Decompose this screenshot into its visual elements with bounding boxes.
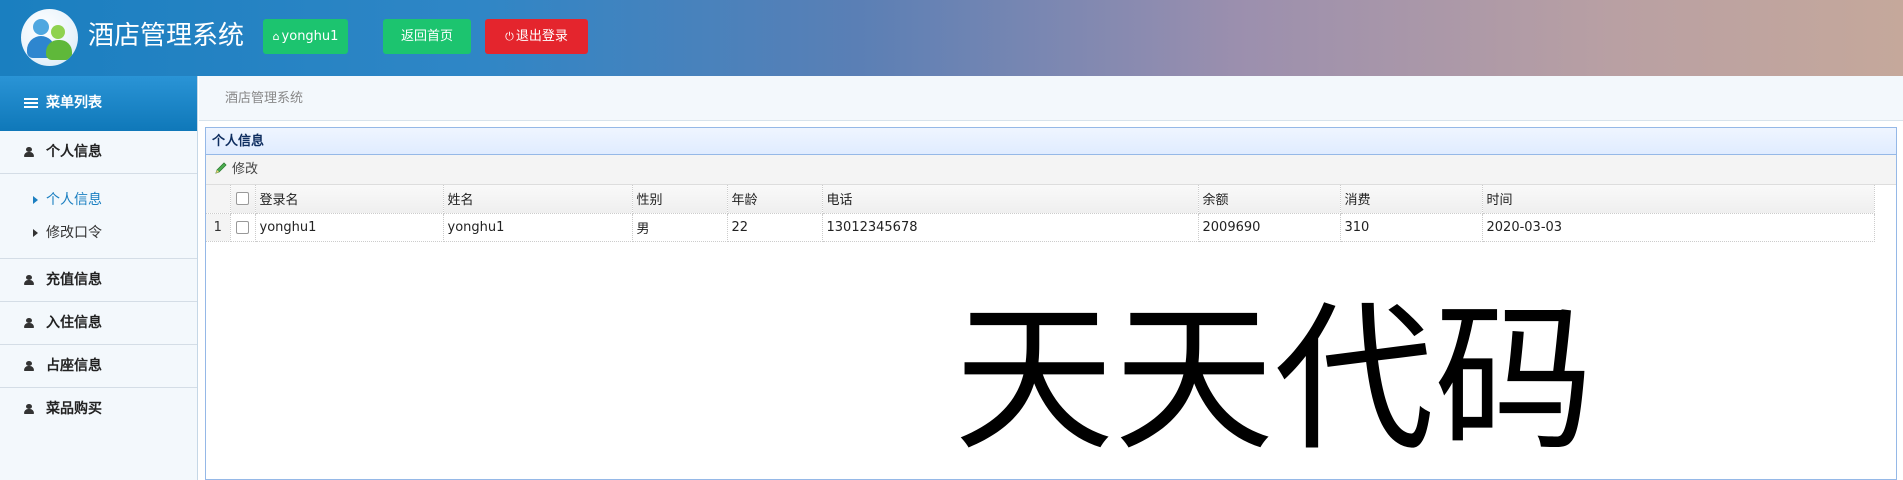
menu-heading-label: 菜单列表 (46, 95, 102, 111)
caret-right-icon (33, 229, 38, 237)
table-cell: yonghu1 (443, 213, 633, 242)
user-icon (24, 318, 34, 328)
sidebar-item-label: 修改口令 (46, 225, 102, 241)
table-cell: 2009690 (1198, 213, 1341, 242)
watermark-text: 天天代码 (954, 286, 1595, 473)
menu-heading: 菜单列表 (0, 76, 197, 131)
sidebar-sublist-personal: 个人信息 修改口令 (0, 174, 197, 259)
sidebar-group-dish[interactable]: 菜品购买 (0, 388, 197, 431)
sidebar-group-recharge[interactable]: 充值信息 (0, 259, 197, 302)
sidebar-group-label: 菜品购买 (46, 401, 102, 417)
app-title: 酒店管理系统 (88, 21, 245, 51)
table-cell: 13012345678 (822, 213, 1199, 242)
user-icon (24, 147, 34, 157)
column-header[interactable]: 消费 (1340, 185, 1483, 214)
logout-button[interactable]: ⏻ 退出登录 (485, 19, 588, 54)
panel-title: 个人信息 (206, 128, 1896, 155)
table-cell: 22 (727, 213, 823, 242)
user-icon (24, 404, 34, 414)
table-cell: 310 (1340, 213, 1483, 242)
toolbar: 修改 (206, 155, 1896, 185)
column-header[interactable]: 年龄 (727, 185, 823, 214)
column-header[interactable]: 姓名 (443, 185, 633, 214)
pencil-icon (215, 162, 227, 174)
table-cell: yonghu1 (255, 213, 444, 242)
user-button-label: yonghu1 (281, 29, 339, 44)
power-icon: ⏻ (505, 30, 514, 43)
home-button[interactable]: 返回首页 (383, 19, 471, 54)
sidebar-item-personal-info[interactable]: 个人信息 (0, 184, 197, 217)
user-icon (24, 275, 34, 285)
sidebar-group-label: 充值信息 (46, 272, 102, 288)
edit-button-label: 修改 (232, 162, 259, 177)
column-header[interactable]: 登录名 (255, 185, 444, 214)
sidebar-group-label: 占座信息 (46, 358, 102, 374)
table-cell: 2020-03-03 (1482, 213, 1875, 242)
sidebar-group-personal[interactable]: 个人信息 (0, 131, 197, 174)
table-header-row: 登录名 姓名 性别 年龄 电话 余额 消费 时间 (206, 185, 1875, 214)
sidebar-group-label: 入住信息 (46, 315, 102, 331)
home-icon: ⌂ (272, 30, 280, 43)
sidebar-item-change-password[interactable]: 修改口令 (0, 217, 197, 250)
column-header[interactable]: 电话 (822, 185, 1199, 214)
sidebar-group-seat[interactable]: 占座信息 (0, 345, 197, 388)
caret-right-icon (33, 196, 38, 204)
table-row[interactable]: 1 yonghu1 yonghu1 男 22 13012345678 20096… (206, 213, 1875, 242)
info-table: 登录名 姓名 性别 年龄 电话 余额 消费 时间 1 yonghu1 yongh… (206, 185, 1875, 242)
row-number: 1 (206, 213, 231, 242)
sidebar-group-label: 个人信息 (46, 144, 102, 160)
table-cell: 男 (632, 213, 728, 242)
breadcrumb-bar: 酒店管理系统 (199, 76, 1903, 121)
logout-button-label: 退出登录 (515, 29, 568, 44)
breadcrumb: 酒店管理系统 (225, 91, 304, 106)
sidebar: 菜单列表 个人信息 个人信息 修改口令 充值信息 入住信息 占座信息 菜品购买 (0, 76, 198, 480)
top-header: 酒店管理系统 ⌂ yonghu1 返回首页 ⏻ 退出登录 (0, 0, 1903, 76)
column-header[interactable]: 时间 (1482, 185, 1875, 214)
user-icon (24, 361, 34, 371)
select-all-checkbox[interactable] (230, 185, 256, 214)
sidebar-group-checkin[interactable]: 入住信息 (0, 302, 197, 345)
row-checkbox[interactable] (230, 213, 256, 242)
row-number-header (206, 185, 231, 214)
column-header[interactable]: 性别 (632, 185, 728, 214)
users-logo-icon (21, 9, 78, 66)
list-icon (24, 96, 38, 110)
user-button[interactable]: ⌂ yonghu1 (263, 19, 348, 54)
edit-button[interactable]: 修改 (214, 155, 258, 185)
sidebar-item-label: 个人信息 (46, 192, 102, 208)
column-header[interactable]: 余额 (1198, 185, 1341, 214)
